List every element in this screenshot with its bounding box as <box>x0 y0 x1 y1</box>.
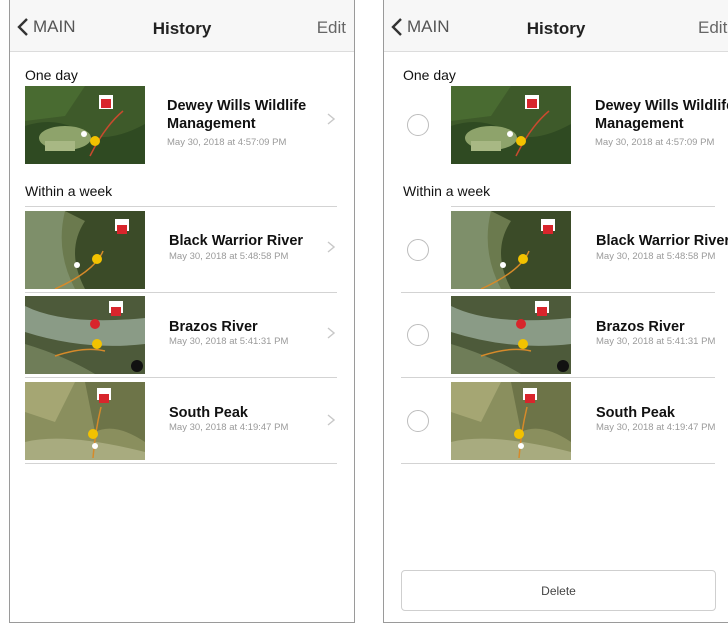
select-radio[interactable] <box>407 410 429 432</box>
item-title: Dewey Wills Wildlife <box>167 98 307 114</box>
history-screen: MAIN History Edit One day Dewey Wills Wi… <box>9 0 355 623</box>
item-title: Black Warrior River <box>596 233 728 249</box>
chevron-right-icon <box>327 113 335 125</box>
map-thumbnail <box>25 211 145 289</box>
chevron-right-icon <box>327 241 335 253</box>
chevron-right-icon <box>327 414 335 426</box>
nav-bar: MAIN History Edit <box>10 0 354 52</box>
list-item[interactable]: Brazos River May 30, 2018 at 5:41:31 PM <box>10 296 354 376</box>
divider <box>401 377 715 378</box>
item-title: South Peak <box>169 405 248 421</box>
section-header-within-week: Within a week <box>403 183 491 199</box>
delete-button[interactable]: Delete <box>401 570 716 611</box>
nav-bar: MAIN History Edit <box>384 0 728 52</box>
list-item[interactable]: South Peak May 30, 2018 at 4:19:47 PM <box>384 382 728 462</box>
item-date: May 30, 2018 at 5:48:58 PM <box>596 251 716 262</box>
edit-button[interactable]: Edit <box>698 18 727 38</box>
divider <box>451 206 715 207</box>
item-title: Dewey Wills Wildlife <box>595 98 728 114</box>
list-item[interactable]: Brazos River May 30, 2018 at 5:41:31 PM <box>384 296 728 376</box>
divider <box>25 377 337 378</box>
item-title-line2: Management <box>595 116 684 132</box>
item-date: May 30, 2018 at 4:57:09 PM <box>595 137 715 148</box>
item-date: May 30, 2018 at 5:48:58 PM <box>169 251 289 262</box>
item-title: Black Warrior River <box>169 233 304 249</box>
divider <box>401 292 715 293</box>
divider <box>25 463 337 464</box>
chevron-right-icon <box>327 327 335 339</box>
select-radio[interactable] <box>407 114 429 136</box>
divider <box>401 463 715 464</box>
page-title: History <box>152 19 212 38</box>
item-date: May 30, 2018 at 4:57:09 PM <box>167 137 287 148</box>
item-date: May 30, 2018 at 5:41:31 PM <box>596 336 716 347</box>
map-thumbnail <box>451 382 571 460</box>
list-item[interactable]: Black Warrior River May 30, 2018 at 5:48… <box>384 211 728 291</box>
list-item[interactable]: Black Warrior River May 30, 2018 at 5:48… <box>10 211 354 291</box>
list-item[interactable]: Dewey Wills Wildlife Management May 30, … <box>384 86 728 166</box>
history-screen-edit-mode: MAIN History Edit One day Dewey Wills Wi… <box>383 0 728 623</box>
divider <box>25 292 337 293</box>
section-header-one-day: One day <box>25 67 78 83</box>
page-title: History <box>526 19 586 38</box>
map-thumbnail <box>25 86 145 164</box>
section-header-within-week: Within a week <box>25 183 113 199</box>
edit-button[interactable]: Edit <box>317 18 346 38</box>
map-thumbnail <box>25 296 145 374</box>
item-date: May 30, 2018 at 5:41:31 PM <box>169 336 289 347</box>
map-thumbnail <box>25 382 145 460</box>
map-thumbnail <box>451 296 571 374</box>
section-header-one-day: One day <box>403 67 456 83</box>
map-thumbnail <box>451 86 571 164</box>
item-date: May 30, 2018 at 4:19:47 PM <box>169 422 289 433</box>
item-title: Brazos River <box>596 319 685 335</box>
divider <box>25 206 337 207</box>
list-item[interactable]: Dewey Wills Wildlife Management May 30, … <box>10 86 354 166</box>
map-thumbnail <box>451 211 571 289</box>
list-item[interactable]: South Peak May 30, 2018 at 4:19:47 PM <box>10 382 354 462</box>
item-title: Brazos River <box>169 319 258 335</box>
item-title-line2: Management <box>167 116 256 132</box>
item-title: South Peak <box>596 405 675 421</box>
item-date: May 30, 2018 at 4:19:47 PM <box>596 422 716 433</box>
select-radio[interactable] <box>407 324 429 346</box>
select-radio[interactable] <box>407 239 429 261</box>
